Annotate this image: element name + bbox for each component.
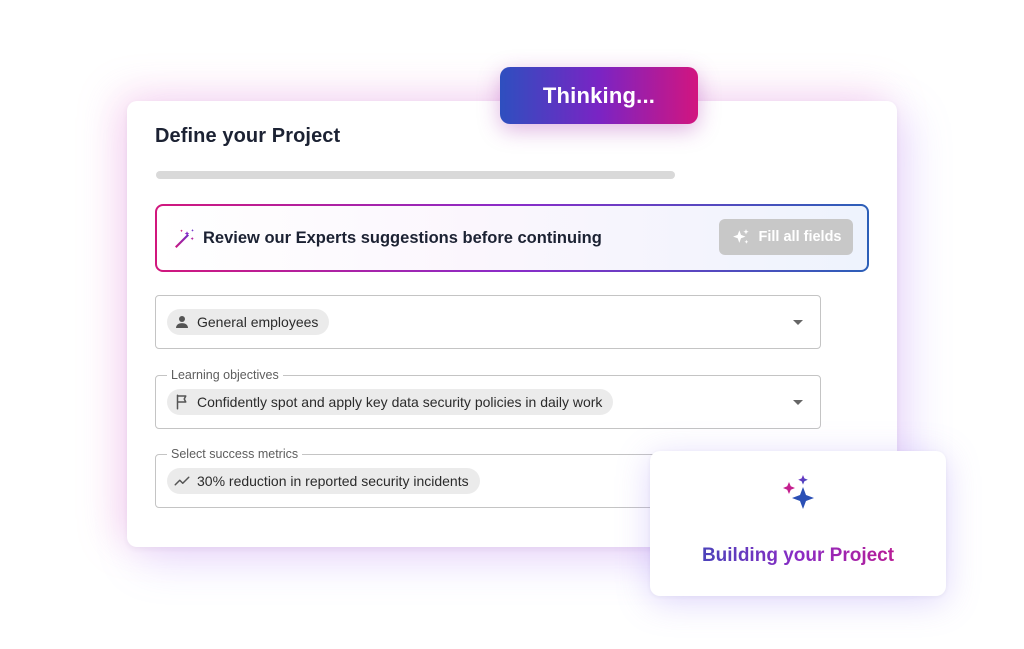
success-metric-chip: 30% reduction in reported security incid…	[167, 468, 480, 494]
suggestions-banner: Review our Experts suggestions before co…	[155, 204, 869, 272]
learning-objective-chip: Confidently spot and apply key data secu…	[167, 389, 614, 415]
trending-up-icon	[173, 472, 191, 490]
audience-chip-label: General employees	[197, 314, 319, 330]
progress-bar	[156, 171, 675, 179]
fill-all-fields-button[interactable]: Fill all fields	[719, 219, 853, 255]
building-project-card: Building your Project	[650, 451, 946, 596]
person-icon	[173, 313, 191, 331]
sparkle-icon	[731, 227, 751, 247]
page-title: Define your Project	[155, 125, 341, 147]
chevron-down-icon	[793, 320, 803, 325]
success-metric-chip-label: 30% reduction in reported security incid…	[197, 473, 469, 489]
building-project-label: Building your Project	[650, 545, 946, 567]
success-metrics-label: Select success metrics	[167, 446, 303, 462]
flag-icon	[173, 393, 191, 411]
magic-wand-icon	[172, 226, 196, 250]
chevron-down-icon	[793, 400, 803, 405]
audience-chip: General employees	[167, 309, 330, 335]
learning-objectives-select[interactable]: Learning objectives Confidently spot and…	[155, 367, 821, 429]
suggestions-banner-body: Review our Experts suggestions before co…	[157, 206, 867, 270]
learning-objectives-label: Learning objectives	[167, 367, 283, 383]
sparkles-icon	[782, 474, 818, 514]
audience-select[interactable]: General employees	[155, 295, 821, 349]
thinking-badge: Thinking...	[500, 67, 698, 124]
suggestions-banner-text: Review our Experts suggestions before co…	[203, 229, 602, 247]
learning-objective-chip-label: Confidently spot and apply key data secu…	[197, 394, 603, 410]
stage: Define your Project Review our Experts s…	[0, 0, 1024, 649]
fill-all-fields-label: Fill all fields	[758, 229, 842, 245]
